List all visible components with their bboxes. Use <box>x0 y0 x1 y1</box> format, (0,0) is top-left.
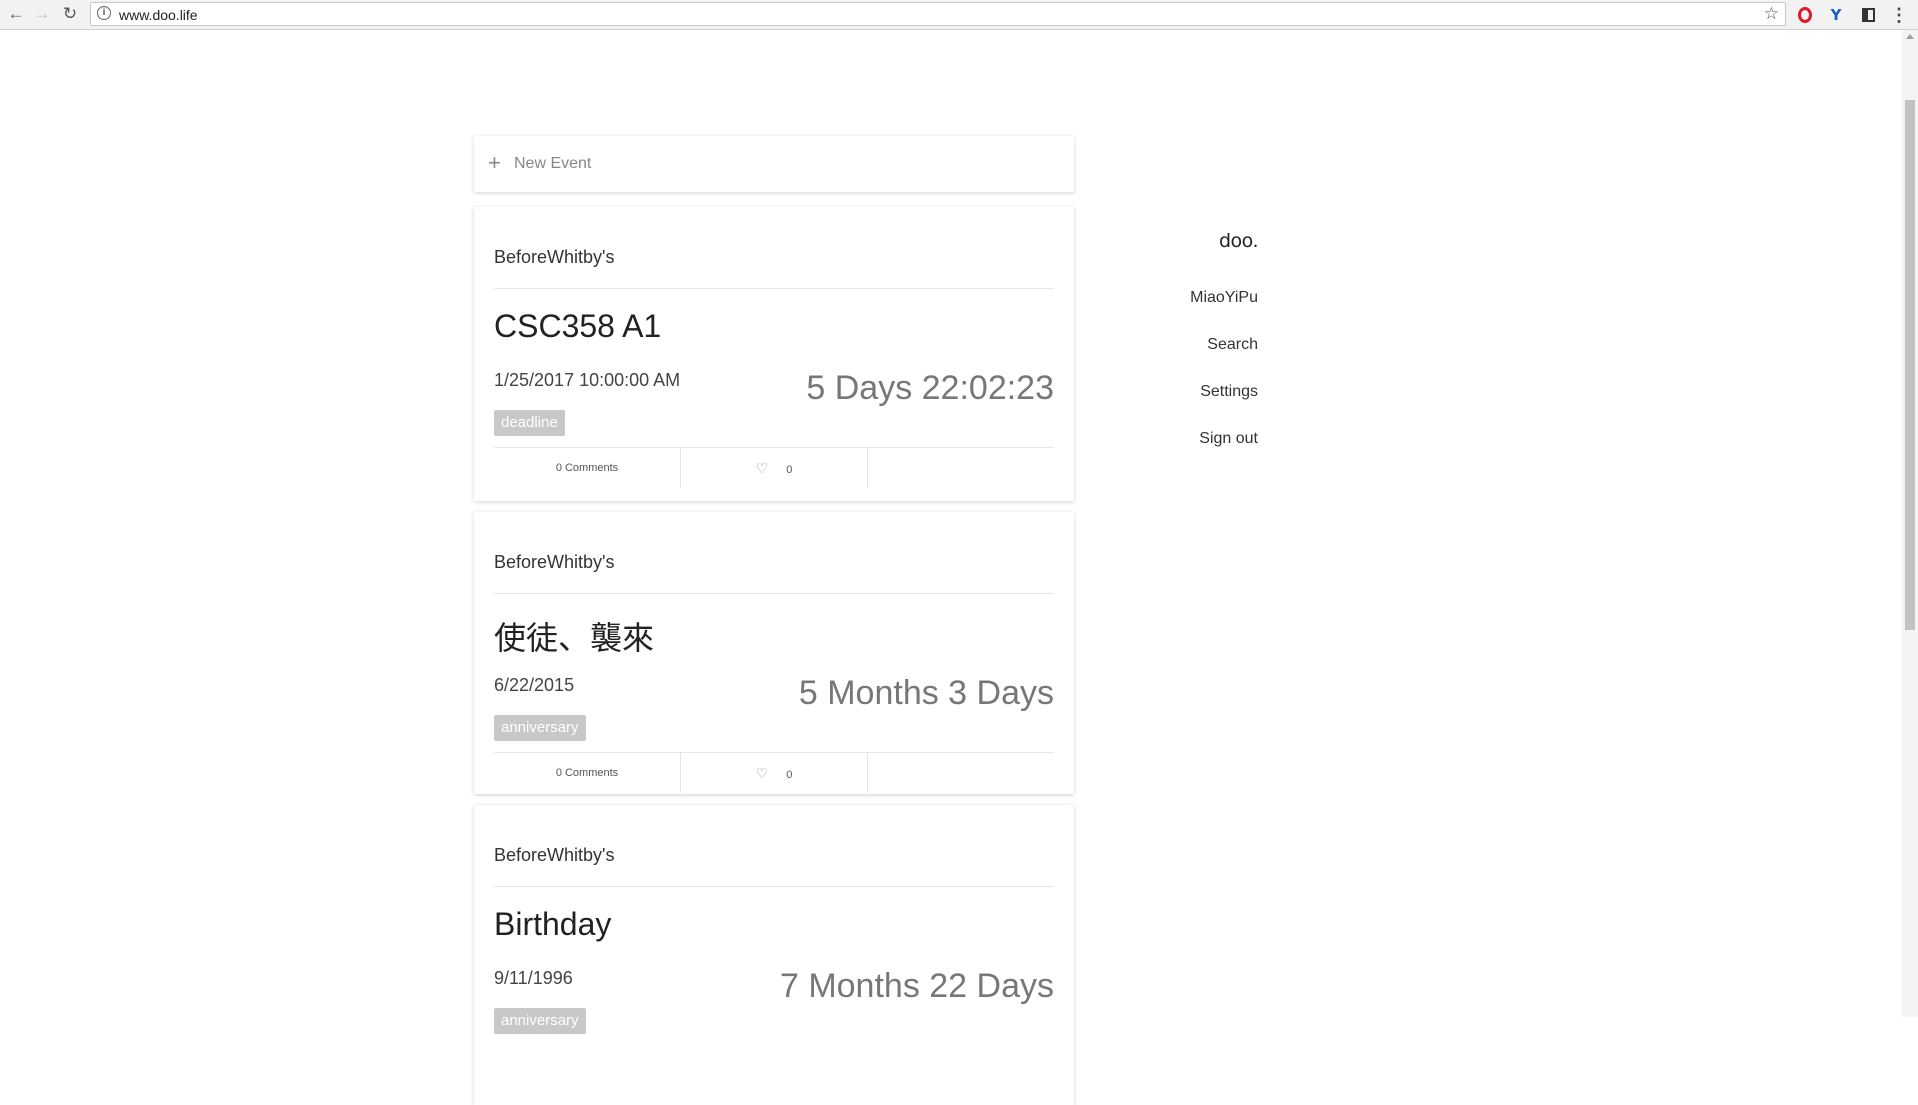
comments-link[interactable]: 0 Comments <box>494 753 681 793</box>
browser-toolbar: ← → ↻ i www.doo.life ☆ Y ⋮ <box>0 0 1918 30</box>
like-button[interactable]: ♡ 0 <box>681 753 868 793</box>
divider <box>494 886 1054 887</box>
reader-extension-icon[interactable] <box>1858 5 1878 25</box>
bookmark-star-icon[interactable]: ☆ <box>1764 4 1779 24</box>
forward-icon[interactable]: → <box>30 2 54 26</box>
browser-menu-icon[interactable]: ⋮ <box>1889 5 1909 25</box>
event-owner[interactable]: BeforeWhitby's <box>494 247 614 268</box>
nav-settings[interactable]: Settings <box>1200 383 1258 401</box>
reload-icon[interactable]: ↻ <box>58 2 82 26</box>
event-countdown: 7 Months 22 Days <box>779 967 1054 1005</box>
doo-logo[interactable]: doo. <box>1140 230 1259 252</box>
scroll-up-arrow-icon[interactable] <box>1906 34 1914 39</box>
y-extension-icon[interactable]: Y <box>1826 5 1846 25</box>
event-card: BeforeWhitby's CSC358 A1 1/25/2017 10:00… <box>474 207 1074 501</box>
event-countdown: 5 Months 3 Days <box>798 674 1054 712</box>
comments-link[interactable]: 0 Comments <box>494 448 681 488</box>
event-tag[interactable]: deadline <box>494 410 565 436</box>
event-title[interactable]: Birthday <box>494 906 611 943</box>
address-bar[interactable]: i www.doo.life ☆ <box>90 2 1786 26</box>
event-owner[interactable]: BeforeWhitby's <box>494 845 614 866</box>
event-card: BeforeWhitby's 使徒、襲來 6/22/2015 5 Months … <box>474 512 1074 794</box>
event-date: 1/25/2017 10:00:00 AM <box>494 370 681 390</box>
nav-sign-out[interactable]: Sign out <box>1199 430 1258 448</box>
heart-icon[interactable]: ♡ <box>756 460 769 476</box>
like-count: 0 <box>786 464 793 476</box>
event-footer: 0 Comments ♡ 0 <box>494 753 1054 793</box>
nav-search[interactable]: Search <box>1207 336 1258 354</box>
divider <box>494 288 1054 289</box>
event-date: 6/22/2015 <box>494 675 575 695</box>
url-text[interactable]: www.doo.life <box>119 7 198 23</box>
event-tag[interactable]: anniversary <box>494 1008 586 1034</box>
new-event-button[interactable]: + New Event <box>474 136 1074 192</box>
like-button[interactable]: ♡ 0 <box>681 448 868 488</box>
event-footer: 0 Comments ♡ 0 <box>494 448 1054 488</box>
back-icon[interactable]: ← <box>4 2 28 26</box>
like-count: 0 <box>786 769 793 781</box>
info-icon[interactable]: i <box>97 6 111 20</box>
event-card: BeforeWhitby's Birthday 9/11/1996 7 Mont… <box>474 805 1074 1105</box>
event-owner[interactable]: BeforeWhitby's <box>494 552 614 573</box>
plus-icon: + <box>488 150 501 175</box>
side-nav: doo. MiaoYiPu Search Settings Sign out <box>1140 230 1259 447</box>
opera-extension-icon[interactable] <box>1795 5 1815 25</box>
event-title[interactable]: CSC358 A1 <box>494 308 661 345</box>
new-event-label: New Event <box>514 155 592 172</box>
event-tag[interactable]: anniversary <box>494 715 586 741</box>
event-title[interactable]: 使徒、襲來 <box>494 613 654 659</box>
event-countdown: 5 Days 22:02:23 <box>806 369 1054 407</box>
divider <box>494 593 1054 594</box>
nav-user-profile[interactable]: MiaoYiPu <box>1190 289 1258 307</box>
heart-icon[interactable]: ♡ <box>756 765 769 781</box>
event-date: 9/11/1996 <box>494 968 573 988</box>
scrollbar-thumb[interactable] <box>1905 100 1915 630</box>
page-scrollbar[interactable] <box>1902 30 1918 1017</box>
